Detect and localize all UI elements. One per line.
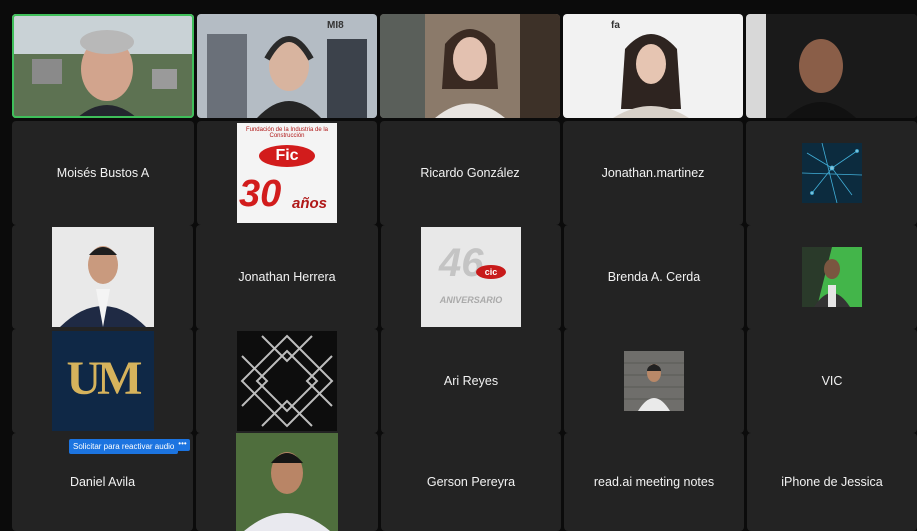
participant-name: Ari Reyes — [443, 374, 499, 388]
video-feed-4 — [563, 14, 743, 118]
participant-name: Jonathan.martinez — [601, 166, 705, 180]
participant-tile-cic[interactable]: 46 cic ANIVERSARIO — [381, 225, 561, 329]
participant-tile-fic[interactable]: Fundación de la Industria de la Construc… — [197, 121, 377, 225]
participant-name: read.ai meeting notes — [593, 475, 715, 489]
geometric-pattern-avatar — [237, 331, 337, 431]
um-logo: UM — [51, 331, 154, 431]
participant-name: Jonathan Herrera — [238, 270, 336, 284]
participant-tile-gerson[interactable]: Gerson Pereyra — [381, 433, 561, 531]
participant-tile-photo-man[interactable] — [12, 225, 193, 329]
participant-tile-jonathan-h[interactable]: Jonathan Herrera — [196, 225, 378, 329]
participant-name: Brenda A. Cerda — [607, 270, 701, 284]
video-feed-office — [197, 14, 377, 118]
avatar-photo — [51, 227, 154, 327]
logo-30: 30 — [239, 173, 282, 215]
participant-tile-photo-green[interactable] — [747, 225, 917, 329]
participant-name: Ricardo González — [420, 166, 520, 180]
participant-name: iPhone de Jessica — [781, 475, 883, 489]
video-tile-3[interactable] — [380, 14, 560, 118]
video-feed-city-view — [12, 14, 194, 118]
logo-anos: años — [292, 195, 328, 212]
video-feed-3 — [380, 14, 560, 118]
video-tile-4[interactable]: fa — [563, 14, 743, 118]
watermark-text: fa — [611, 20, 620, 31]
watermark-text: MI8 — [327, 20, 344, 31]
request-unmute-button[interactable]: Solicitar para reactivar audio — [69, 439, 179, 454]
video-tile-speaker[interactable] — [12, 14, 194, 118]
avatar-photo — [802, 247, 862, 307]
logo-aniversario: ANIVERSARIO — [439, 295, 503, 305]
avatar-photo — [624, 351, 684, 411]
video-feed-5 — [746, 14, 917, 118]
participant-tile-vic[interactable]: VIC — [747, 329, 917, 433]
participant-name: Gerson Pereyra — [426, 475, 516, 489]
participant-tile-ricardo[interactable]: Ricardo González — [380, 121, 560, 225]
participant-tile-photo-wall[interactable] — [564, 329, 744, 433]
logo-46: 46 — [439, 241, 484, 285]
participant-tile-photo-young[interactable] — [196, 433, 378, 531]
logo-caption: Fundación de la Industria de la Construc… — [245, 127, 329, 139]
participant-tile-moises[interactable]: Moisés Bustos A — [12, 121, 194, 225]
participant-tile-readai[interactable]: read.ai meeting notes — [564, 433, 744, 531]
participant-name: Moisés Bustos A — [56, 166, 150, 180]
participant-name: VIC — [821, 374, 843, 388]
video-tile-2[interactable]: MI8 — [197, 14, 377, 118]
fic-30-logo: Fundación de la Industria de la Construc… — [237, 123, 337, 223]
participant-tile-pattern[interactable] — [196, 329, 378, 433]
participant-tile-jonathan-m[interactable]: Jonathan.martinez — [563, 121, 743, 225]
logo-cic: cic — [476, 265, 506, 279]
avatar-photo — [236, 433, 338, 531]
video-tile-5[interactable] — [746, 14, 917, 118]
more-options-button[interactable]: ••• — [175, 439, 190, 451]
gallery-grid: MI8 fa Moisés Bustos A Fundación de la I… — [12, 14, 917, 531]
cic-46-logo: 46 cic ANIVERSARIO — [421, 227, 521, 327]
network-avatar — [801, 143, 862, 203]
participant-tile-brenda[interactable]: Brenda A. Cerda — [564, 225, 744, 329]
participant-tile-ari[interactable]: Ari Reyes — [381, 329, 561, 433]
participant-tile-iphone-jessica[interactable]: iPhone de Jessica — [747, 433, 917, 531]
participant-tile-network[interactable] — [746, 121, 917, 225]
logo-um-text: UM — [66, 352, 143, 405]
participant-name: Daniel Avila — [69, 475, 136, 489]
logo-fic: Fic — [259, 145, 315, 167]
participant-tile-um[interactable]: UM — [12, 329, 193, 433]
